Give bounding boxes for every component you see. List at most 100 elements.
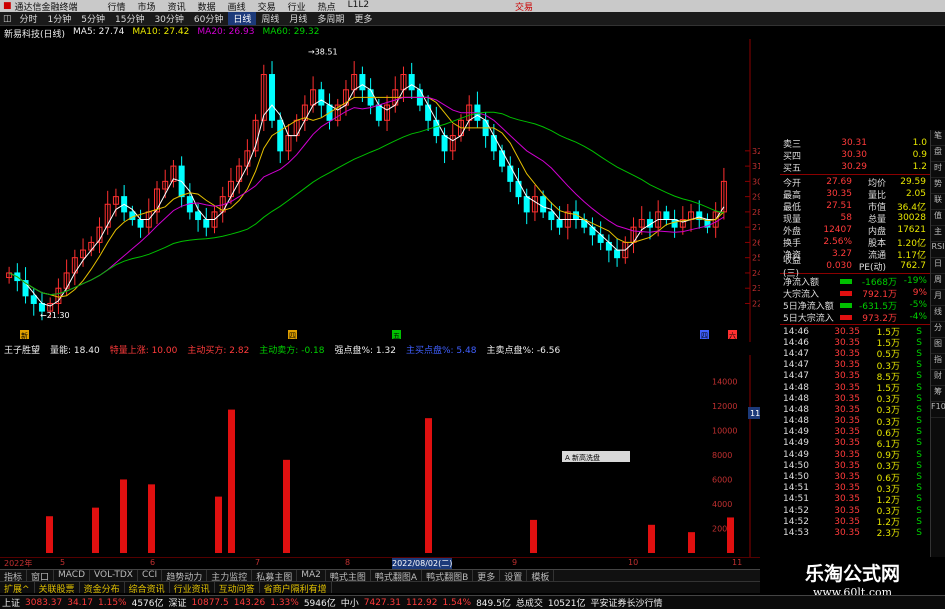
period-tab[interactable]: 月线 — [284, 12, 312, 25]
sz-label[interactable]: 深证 — [169, 596, 187, 609]
indicator-tab[interactable]: CCI — [138, 570, 163, 581]
period-tab[interactable]: 15分钟 — [110, 12, 149, 25]
expand-icon[interactable]: ◫ — [0, 14, 15, 24]
indicator-tab[interactable]: VOL-TDX — [90, 570, 138, 581]
stat-row: 最高 30.35 量比 2.05 — [780, 188, 930, 201]
period-tab[interactable]: 60分钟 — [189, 12, 228, 25]
indicator-tab[interactable]: 主力监控 — [207, 570, 253, 583]
indicator-tab[interactable]: MA2 — [297, 570, 326, 581]
period-tab[interactable]: 30分钟 — [149, 12, 188, 25]
volume-chart[interactable]: 140001200010000800060004000200011422A 新高… — [0, 355, 760, 557]
tick-side: S — [916, 483, 922, 494]
order-book-row: 卖三 30.31 1.0 — [780, 137, 930, 150]
sidebar-tab[interactable]: 月 — [931, 290, 945, 306]
tick-row: 14:46 30.35 1.5万 S — [780, 326, 930, 339]
period-tab[interactable]: 分时 — [15, 12, 43, 25]
zx-label[interactable]: 中小 — [341, 596, 359, 609]
indicator-tab[interactable]: 趋势动力 — [162, 570, 208, 583]
top-menu-item[interactable]: 数据 — [198, 0, 216, 13]
candle-body — [556, 219, 563, 228]
tick-price: 30.35 — [834, 438, 860, 449]
sidebar-tab[interactable]: 财 — [931, 370, 945, 386]
sidebar-tab[interactable]: 日 — [931, 258, 945, 274]
extension-tab[interactable]: 省商户隔利有增 — [260, 582, 332, 595]
period-tab[interactable]: 周线 — [256, 12, 284, 25]
tick-row: 14:49 30.35 0.6万 S — [780, 427, 930, 439]
indicator-tab[interactable]: 模板 — [527, 570, 555, 583]
tick-row: 14:48 30.35 0.3万 S — [780, 416, 930, 428]
sidebar-tab[interactable]: 线 — [931, 306, 945, 322]
sidebar-tab[interactable]: 时 — [931, 162, 945, 178]
indicator-tab[interactable]: 窗口 — [27, 570, 55, 583]
tick-time: 14:48 — [783, 416, 809, 427]
candle-body — [548, 211, 555, 221]
candle-body — [137, 219, 144, 228]
top-menu-item[interactable]: 资讯 — [168, 0, 186, 13]
sidebar-tab[interactable]: F10 — [931, 402, 945, 418]
total-value: 10521亿 — [547, 599, 586, 609]
period-tab[interactable]: 日线 — [228, 12, 257, 25]
volume-bar — [228, 409, 235, 553]
indicator-tab[interactable]: 鸭式翻图B — [422, 570, 474, 583]
sh-label[interactable]: 上证 — [2, 596, 20, 609]
extension-tab[interactable]: 资金分布 — [80, 582, 125, 595]
sh-value: 3083.37 — [25, 597, 63, 608]
extension-tab[interactable]: 扩展^ — [0, 582, 35, 595]
sidebar-tab[interactable]: 图 — [931, 338, 945, 354]
order-price: 30.31 — [841, 138, 867, 148]
sh-change: 34.17 — [67, 597, 93, 608]
top-menu-item[interactable]: 行情 — [108, 0, 126, 13]
indicator-tab[interactable]: 指标 — [0, 570, 28, 583]
event-marker-label: 五 — [393, 332, 400, 340]
date-label: 10 — [628, 558, 639, 567]
sidebar-tab[interactable]: 分 — [931, 322, 945, 338]
indicator-tab[interactable]: 更多 — [473, 570, 501, 583]
sidebar-tab[interactable]: 联 — [931, 194, 945, 210]
extension-tab[interactable]: 互动问答 — [215, 582, 260, 595]
tick-price: 30.35 — [834, 337, 860, 348]
tick-price: 30.35 — [834, 427, 860, 438]
zx-pct: 1.54% — [442, 597, 472, 608]
indicator-tab[interactable]: 鸭式翻图A — [371, 570, 423, 583]
candle-body — [523, 196, 530, 213]
stat-value: 17621 — [897, 225, 926, 235]
top-menu-item[interactable]: 画线 — [228, 0, 246, 13]
sidebar-tab[interactable]: 势 — [931, 178, 945, 194]
trade-link[interactable]: 交易 — [515, 0, 533, 13]
sidebar-tab[interactable]: RSI — [931, 242, 945, 258]
kline-chart[interactable]: 32.00 31.00 30.00 29.00 28.00 27.00 26.00 25.00… — [0, 39, 760, 342]
sidebar-tab[interactable]: 指 — [931, 354, 945, 370]
extension-tab[interactable]: 关联股票 — [35, 582, 80, 595]
tick-side: S — [916, 360, 922, 371]
top-menu-item[interactable]: 交易 — [258, 0, 276, 13]
period-tab[interactable]: 5分钟 — [76, 12, 110, 25]
sidebar-tab[interactable]: 主 — [931, 226, 945, 242]
indicator-tab[interactable]: MACD — [54, 570, 91, 581]
indicator-tab[interactable]: 鸭式主图 — [326, 570, 371, 583]
indicator-tab[interactable]: 私募主图 — [252, 570, 298, 583]
period-tab[interactable]: 1分钟 — [43, 12, 77, 25]
title-bar: ■ 通达信金融终端 行情 市场 资讯 数据 画线 交易 行业 热点 L1L2 交易 — [0, 0, 945, 13]
sidebar-tab[interactable]: 笔 — [931, 130, 945, 146]
flow-bar — [840, 290, 852, 296]
sidebar-tab[interactable]: 筹 — [931, 386, 945, 402]
top-menu-item[interactable]: 热点 — [318, 0, 336, 13]
volume-tick-label: 4000 — [712, 500, 732, 509]
order-price: 30.29 — [841, 162, 867, 172]
indicator-tab[interactable]: 设置 — [500, 570, 528, 583]
tick-time: 14:52 — [783, 505, 809, 516]
candle-body — [375, 104, 382, 121]
volume-bar — [92, 507, 99, 553]
event-marker-label: 六 — [729, 331, 736, 340]
top-menu-item[interactable]: 行业 — [288, 0, 306, 13]
extension-tab[interactable]: 综合资讯 — [125, 582, 170, 595]
period-tab[interactable]: 多周期 — [312, 12, 349, 25]
indicator-vol: 量能: 18.40 — [50, 346, 100, 356]
period-tab[interactable]: 更多 — [349, 12, 377, 25]
top-menu-item[interactable]: 市场 — [138, 0, 156, 13]
sidebar-tab[interactable]: 盘 — [931, 146, 945, 162]
low-label: ←21.30 — [40, 311, 70, 320]
sidebar-tab[interactable]: 周 — [931, 274, 945, 290]
extension-tab[interactable]: 行业资讯 — [170, 582, 215, 595]
sidebar-tab[interactable]: 值 — [931, 210, 945, 226]
